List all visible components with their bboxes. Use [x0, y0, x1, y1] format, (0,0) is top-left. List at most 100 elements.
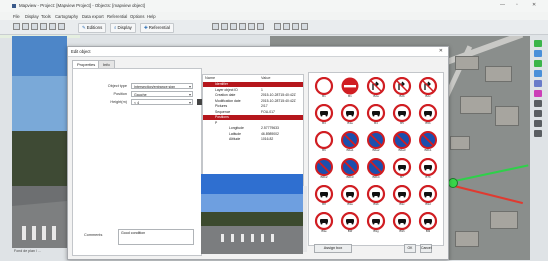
- traffic-sign-item[interactable]: B8: [313, 184, 335, 211]
- menu-options[interactable]: Options: [130, 14, 144, 19]
- traffic-sign-item[interactable]: B3a: [339, 103, 361, 130]
- traffic-sign-item[interactable]: B6a2: [365, 131, 387, 157]
- traffic-sign-item[interactable]: B6b3: [339, 158, 361, 184]
- menu-help[interactable]: Help: [147, 14, 156, 19]
- property-row[interactable]: Creation date 2015-10-28T15:40:42Z: [203, 93, 303, 98]
- traffic-sign-item[interactable]: B9i: [417, 211, 439, 238]
- zoom-in-icon[interactable]: [212, 23, 219, 30]
- property-row[interactable]: Layer object ID 1: [203, 88, 303, 93]
- traffic-sign-item[interactable]: B2a: [365, 76, 387, 103]
- traffic-sign-item[interactable]: B1: [313, 76, 335, 103]
- property-row[interactable]: Modification date 2015-10-28T15:40:42Z: [203, 99, 303, 104]
- menu-data-export[interactable]: Data export: [82, 14, 104, 19]
- layers-icon[interactable]: [40, 23, 47, 30]
- traffic-sign-item[interactable]: B7b: [417, 157, 439, 184]
- print-icon[interactable]: [534, 130, 542, 137]
- photo-icon[interactable]: [239, 23, 246, 30]
- layer-blue-icon[interactable]: [534, 70, 542, 77]
- minimize-button[interactable]: —: [500, 2, 505, 8]
- traffic-sign-item[interactable]: B9f: [339, 211, 361, 238]
- new-icon[interactable]: [13, 23, 20, 30]
- traffic-sign-item[interactable]: B6a1: [339, 131, 361, 157]
- pan-icon[interactable]: [230, 23, 237, 30]
- map-info-icon[interactable]: [292, 23, 299, 30]
- menu-file[interactable]: File: [13, 14, 20, 19]
- map-tool-icon[interactable]: [274, 23, 281, 30]
- traffic-sign-code: B7: [400, 175, 404, 179]
- traffic-sign-item[interactable]: B1: [339, 77, 361, 103]
- globe-icon[interactable]: [534, 50, 542, 57]
- referential-button[interactable]: ✚Referential: [140, 23, 174, 33]
- cancel-button[interactable]: Cancel: [420, 244, 432, 253]
- property-row[interactable]: Positions: [203, 115, 303, 120]
- traffic-sign-item[interactable]: B9b: [365, 184, 387, 211]
- layer-green-icon[interactable]: [534, 60, 542, 67]
- traffic-sign-item[interactable]: B5b: [417, 103, 439, 130]
- maximize-button[interactable]: ▫: [516, 2, 518, 8]
- display-label: Display: [117, 25, 132, 30]
- traffic-sign-item[interactable]: B9h: [391, 211, 413, 238]
- grid-icon[interactable]: [49, 23, 56, 30]
- pencil-tool-icon[interactable]: [534, 110, 542, 117]
- traffic-sign-item[interactable]: B7: [391, 157, 413, 184]
- property-row[interactable]: Altitude 1016.82: [203, 137, 303, 142]
- traffic-sign-item[interactable]: B9g: [365, 211, 387, 238]
- measure-icon[interactable]: [248, 23, 255, 30]
- photo-scrollbar[interactable]: [303, 186, 307, 252]
- traffic-sign-code: B6b2: [320, 175, 328, 179]
- map-select-icon[interactable]: [301, 23, 308, 30]
- close-button[interactable]: ✕: [532, 2, 536, 8]
- traffic-sign-item[interactable]: B2b: [391, 76, 413, 103]
- traffic-sign-item[interactable]: B6a3: [391, 131, 413, 157]
- traffic-sign-item[interactable]: B6b4: [365, 158, 387, 184]
- erase-icon[interactable]: [534, 120, 542, 127]
- property-row[interactable]: Sequence FOU-017: [203, 110, 303, 115]
- zoom-out-icon[interactable]: [221, 23, 228, 30]
- height-select[interactable]: < 4: [131, 99, 193, 105]
- ok-button[interactable]: OK: [404, 244, 416, 253]
- street-photo-viewer[interactable]: [12, 36, 67, 248]
- title-bar: Mapview - Project: [Mapview Project] - O…: [0, 0, 548, 12]
- menu-display[interactable]: Display: [25, 14, 39, 19]
- menu-cartography[interactable]: Cartography: [55, 14, 78, 19]
- marker-icon[interactable]: [534, 90, 542, 97]
- property-row[interactable]: Longitude 2.57779633: [203, 126, 303, 131]
- display-button[interactable]: ⌕Display: [110, 23, 136, 33]
- dialog-close-icon[interactable]: ✕: [439, 48, 443, 54]
- menu-tools[interactable]: Tools: [41, 14, 51, 19]
- map-layer-icon[interactable]: [283, 23, 290, 30]
- traffic-sign-item[interactable]: B6b2: [313, 158, 335, 184]
- ruler-icon[interactable]: [534, 100, 542, 107]
- object-type-select[interactable]: Intersection/entrance sign: [131, 83, 193, 89]
- position-marker-icon[interactable]: [448, 178, 458, 188]
- traffic-sign-item[interactable]: B9a: [339, 184, 361, 211]
- assign-box-button[interactable]: Assign box: [314, 244, 352, 253]
- property-row[interactable]: Identifier: [203, 82, 303, 87]
- editions-button[interactable]: ✎Editions: [78, 23, 107, 33]
- traffic-sign-code: B9f: [347, 229, 353, 233]
- comments-field[interactable]: Good condition: [118, 229, 194, 245]
- traffic-sign-item[interactable]: B5: [391, 103, 413, 130]
- property-row[interactable]: Pictures 2/17: [203, 104, 303, 109]
- traffic-sign-item[interactable]: B2c: [417, 76, 439, 103]
- position-select[interactable]: Gauche: [131, 91, 193, 97]
- play-icon[interactable]: [257, 23, 264, 30]
- object-photo[interactable]: [201, 174, 303, 254]
- traffic-sign-item[interactable]: B4: [365, 103, 387, 130]
- settings-icon[interactable]: [58, 23, 65, 30]
- navigate-icon[interactable]: [534, 40, 542, 47]
- traffic-sign-item[interactable]: B9d: [417, 184, 439, 211]
- traffic-sign-code: B1: [348, 94, 352, 98]
- property-row[interactable]: Latitude 46.8989002: [203, 132, 303, 137]
- map-building: [490, 211, 518, 229]
- traffic-sign-item[interactable]: B3: [313, 103, 335, 130]
- save-icon[interactable]: [31, 23, 38, 30]
- traffic-sign-item[interactable]: B9c: [391, 184, 413, 211]
- traffic-sign-item[interactable]: B6: [313, 130, 335, 157]
- traffic-sign-item[interactable]: B6b1: [417, 131, 439, 157]
- menu-referential[interactable]: Referential: [107, 14, 127, 19]
- traffic-sign-item[interactable]: B9e: [313, 211, 335, 238]
- stack-icon[interactable]: [534, 80, 542, 87]
- open-icon[interactable]: [22, 23, 29, 30]
- property-row[interactable]: P: [203, 121, 303, 126]
